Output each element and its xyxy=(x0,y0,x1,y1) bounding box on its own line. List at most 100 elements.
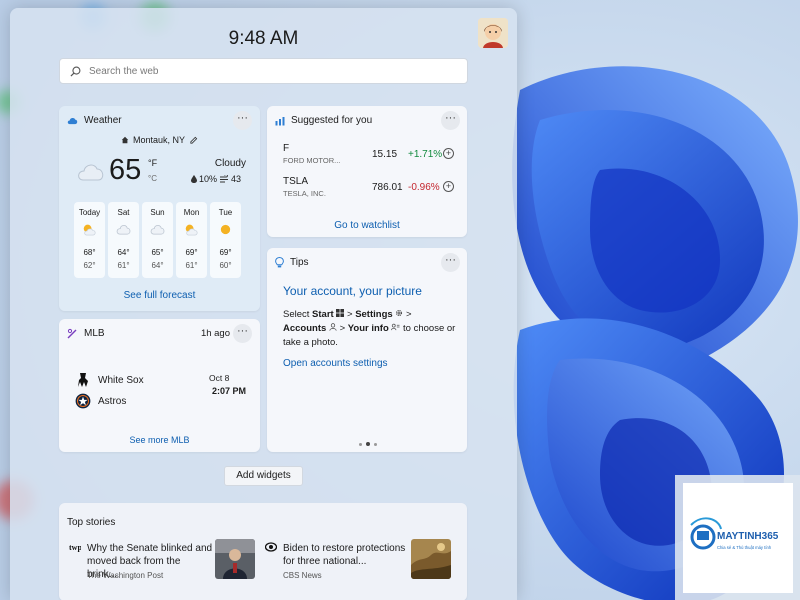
top-stories-widget[interactable]: Top stories twp Why the Senate blinked a… xyxy=(59,503,467,600)
weather-widget[interactable]: Weather ··· Montauk, NY 65 °F °C Cloudy … xyxy=(59,106,260,311)
carousel-dot[interactable] xyxy=(374,442,377,446)
forecast-day-name: Tue xyxy=(218,208,233,217)
stocks-title: Suggested for you xyxy=(291,115,373,126)
cbs-eye-logo-icon xyxy=(265,542,277,552)
weather-header: Weather xyxy=(67,115,122,126)
more-icon: ··· xyxy=(237,325,248,337)
tip-accounts: Accounts xyxy=(283,323,327,334)
forecast-high: 68° xyxy=(83,248,96,257)
team-row[interactable]: Astros xyxy=(75,393,126,409)
story-thumbnail xyxy=(215,539,255,579)
forecast-day-name: Sat xyxy=(117,208,130,217)
forecast-high: 64° xyxy=(117,248,130,257)
weather-more-button[interactable]: ··· xyxy=(233,111,252,130)
stock-name: FORD MOTOR... xyxy=(283,156,341,165)
game-date: Oct 8 xyxy=(209,373,230,383)
forecast-low: 61° xyxy=(117,261,130,270)
see-full-forecast-link[interactable]: See full forecast xyxy=(59,290,260,301)
forecast-day[interactable]: Today 68° 62° xyxy=(74,202,105,278)
weather-app-icon xyxy=(67,117,78,125)
forecast-high: 69° xyxy=(185,248,198,257)
carousel-dot[interactable] xyxy=(359,442,362,446)
stocks-more-button[interactable]: ··· xyxy=(441,111,460,130)
forecast-low: 62° xyxy=(83,261,96,270)
mlb-title: MLB xyxy=(84,328,105,339)
stocks-widget[interactable]: Suggested for you ··· F FORD MOTOR... 15… xyxy=(267,106,467,237)
team-name: Astros xyxy=(98,395,127,407)
story-thumbnail xyxy=(411,539,451,579)
stock-price: 15.15 xyxy=(372,149,398,160)
stock-change: +1.71% xyxy=(408,149,443,160)
stock-change: -0.96% xyxy=(408,182,440,193)
add-widgets-button[interactable]: Add widgets xyxy=(224,466,303,486)
watermark-logo: MAYTINH365 Chia sẻ & Thủ thuật máy tính xyxy=(675,475,800,600)
search-icon xyxy=(70,66,81,77)
stock-price: 786.01 xyxy=(372,182,403,193)
stock-name: TESLA, INC. xyxy=(283,189,326,198)
sports-icon xyxy=(67,328,77,339)
stock-row[interactable]: TSLA TESLA, INC. 786.01 -0.96% + xyxy=(283,176,459,206)
news-story[interactable]: Biden to restore protections for three n… xyxy=(265,539,455,589)
mlb-more-button[interactable]: ··· xyxy=(233,324,252,343)
washington-post-logo-icon: twp xyxy=(69,543,81,552)
edit-pencil-icon[interactable] xyxy=(189,136,198,145)
forecast-day[interactable]: Mon 69° 61° xyxy=(176,202,207,278)
chevron-right-icon: > xyxy=(346,309,353,320)
sunny-icon xyxy=(220,224,231,235)
forecast-day-name: Mon xyxy=(183,208,200,217)
forecast-high: 65° xyxy=(151,248,164,257)
raindrop-icon xyxy=(191,175,197,183)
unit-fahrenheit[interactable]: °F xyxy=(148,158,157,168)
chevron-right-icon: > xyxy=(339,323,346,334)
forecast-day[interactable]: Tue 69° 60° xyxy=(210,202,241,278)
current-temperature: 65 xyxy=(109,154,142,186)
news-story[interactable]: twp Why the Senate blinked and moved bac… xyxy=(69,539,259,589)
see-more-mlb-link[interactable]: See more MLB xyxy=(59,435,260,445)
clock: 9:48 AM xyxy=(228,28,299,49)
weather-location[interactable]: Montauk, NY xyxy=(59,135,260,145)
cloudy-icon xyxy=(116,225,131,235)
story-source: CBS News xyxy=(283,571,322,580)
add-to-watchlist-icon[interactable]: + xyxy=(443,181,454,192)
stock-row[interactable]: F FORD MOTOR... 15.15 +1.71% + xyxy=(283,143,459,173)
tip-text: Select xyxy=(283,309,310,320)
tips-more-button[interactable]: ··· xyxy=(441,253,460,272)
wind-icon xyxy=(220,175,228,183)
forecast-low: 60° xyxy=(219,261,232,270)
carousel-indicator[interactable] xyxy=(359,442,377,446)
tip-start: Start xyxy=(312,309,334,320)
weather-title: Weather xyxy=(84,115,122,126)
tip-your-info: Your info xyxy=(347,323,389,334)
watermark-background: MAYTINH365 Chia sẻ & Thủ thuật máy tính xyxy=(683,483,793,593)
tip-heading: Your account, your picture xyxy=(283,284,422,298)
partly-sunny-icon xyxy=(185,224,198,236)
carousel-dot-active[interactable] xyxy=(366,442,370,446)
maytinh365-logo-icon: MAYTINH365 Chia sẻ & Thủ thuật máy tính xyxy=(690,517,779,550)
forecast-day[interactable]: Sun 65° 64° xyxy=(142,202,173,278)
go-to-watchlist-link[interactable]: Go to watchlist xyxy=(267,220,467,231)
more-icon: ··· xyxy=(445,254,456,266)
tip-settings: Settings xyxy=(355,309,393,320)
white-sox-logo-icon xyxy=(78,373,88,387)
precipitation: 10% xyxy=(191,174,217,184)
add-to-watchlist-icon[interactable]: + xyxy=(443,148,454,159)
mlb-header: MLB xyxy=(67,328,105,339)
stock-symbol: TSLA xyxy=(283,176,309,187)
story-source: The Washington Post xyxy=(87,571,164,580)
open-accounts-settings-link[interactable]: Open accounts settings xyxy=(283,358,388,369)
search-box[interactable]: Search the web xyxy=(59,58,468,84)
windows-start-icon xyxy=(336,309,345,317)
forecast-day[interactable]: Sat 64° 61° xyxy=(108,202,139,278)
tips-widget[interactable]: Tips ··· Your account, your picture Sele… xyxy=(267,248,467,452)
gear-icon xyxy=(396,309,403,317)
precipitation-value: 10% xyxy=(199,174,218,184)
location-label: Montauk, NY xyxy=(132,135,186,145)
story-headline: Biden to restore protections for three n… xyxy=(283,543,406,567)
search-placeholder: Search the web xyxy=(89,65,159,77)
mlb-widget[interactable]: MLB 1h ago ··· White Sox Astros Oct 8 2:… xyxy=(59,319,260,452)
unit-celsius[interactable]: °C xyxy=(148,174,157,183)
team-row[interactable]: White Sox xyxy=(75,372,144,388)
updated-time: 1h ago xyxy=(200,328,230,339)
lightbulb-icon xyxy=(275,257,284,268)
user-avatar[interactable] xyxy=(478,18,508,48)
